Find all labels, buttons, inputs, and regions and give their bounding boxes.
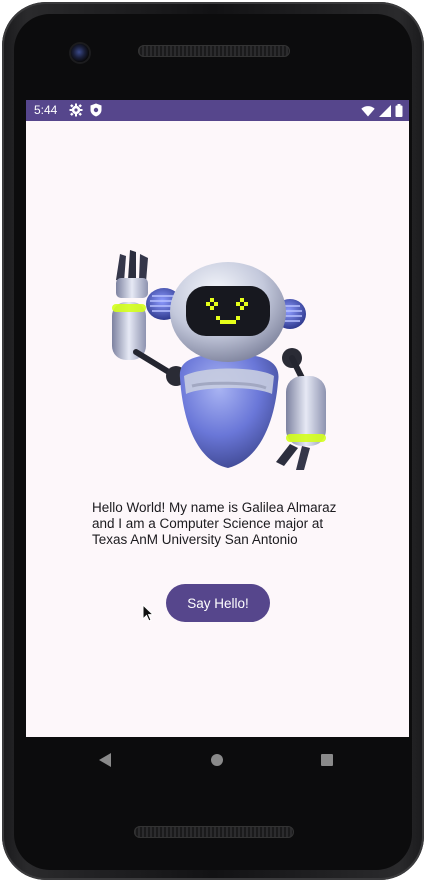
earpiece-speaker [138, 45, 290, 57]
gear-icon [69, 103, 83, 120]
say-hello-button[interactable]: Say Hello! [166, 584, 270, 622]
intro-text: Hello World! My name is Galilea Almaraz … [92, 500, 337, 547]
battery-icon [395, 104, 403, 117]
signal-icon [379, 104, 391, 117]
recents-icon[interactable] [321, 754, 333, 766]
bottom-speaker [134, 826, 294, 838]
robot-right-claw [276, 444, 310, 470]
front-camera [71, 44, 89, 62]
status-time: 5:44 [34, 103, 58, 117]
app-screen: 5:44 Hello World! My name is Galilea Alm… [26, 100, 409, 737]
wifi-icon [361, 105, 375, 116]
status-icons [361, 104, 403, 117]
shield-icon [90, 103, 102, 120]
status-bar: 5:44 [26, 100, 409, 121]
home-icon[interactable] [211, 754, 223, 766]
robot-left-claw [116, 250, 148, 298]
robot-illustration [112, 250, 326, 470]
mouse-cursor-icon [142, 604, 154, 622]
navigation-bar [26, 737, 409, 783]
robot-face-screen [186, 286, 270, 336]
back-icon[interactable] [99, 753, 111, 767]
